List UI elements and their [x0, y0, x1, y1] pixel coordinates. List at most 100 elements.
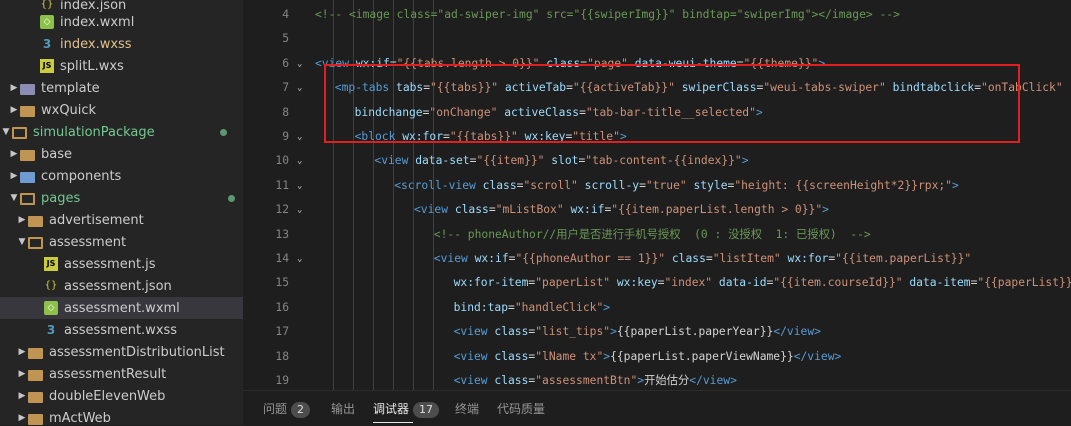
folder-item-advertisement[interactable]: ▶ advertisement [0, 209, 243, 231]
code-line[interactable]: 10 ⌄ <view data-set="{{item}}" slot="tab-c… [243, 149, 1071, 173]
folder-icon [28, 369, 43, 381]
fold-chevron-icon[interactable]: ⌄ [297, 198, 302, 222]
code-token: class [494, 325, 529, 339]
code-token: > [741, 154, 749, 168]
folder-item-assessmentdistributionlist[interactable]: ▶ assessmentDistributionList [0, 341, 243, 363]
code-token: wx:if [474, 252, 509, 265]
file-item-assessment-wxml[interactable]: ◇ assessment.wxml [0, 297, 243, 319]
panel-tab-0[interactable]: 问题 2 [263, 399, 311, 419]
code-token: {{paperList.paperYear}} [616, 325, 774, 339]
chevron-right-icon[interactable]: ▶ [16, 391, 28, 401]
code-token: "height: {{screenHeight*2}}rpx;" [734, 178, 952, 192]
tree-item-label: doubleElevenWeb [49, 388, 166, 404]
code-line[interactable]: 17 <view class="list_tips">{{paperList.pa… [243, 320, 1071, 344]
code-token: <view [414, 203, 455, 217]
code-line[interactable]: 14 ⌄ <view wx:if = "{{phoneAuthor == 1}}" cl… [243, 247, 1071, 271]
panel-tab-4[interactable]: 代码质量 [497, 399, 545, 419]
folder-icon [20, 105, 35, 117]
chevron-right-icon[interactable]: ▶ [8, 149, 20, 159]
code-token: class [454, 203, 489, 217]
fold-chevron-icon[interactable]: ⌄ [297, 76, 302, 100]
tree-item-label: assessment.wxss [64, 322, 178, 338]
code-token: "true" [645, 178, 687, 192]
file-item-index-wxml[interactable]: ◇ index.wxml [0, 11, 243, 33]
wxml-icon: ◇ [40, 15, 54, 29]
folder-item-base[interactable]: ▶ base [0, 143, 243, 165]
tree-item-label: pages [41, 190, 81, 206]
fold-chevron-icon[interactable]: ⌄ [297, 52, 302, 76]
panel-tab-label: 问题 [263, 402, 288, 416]
tree-item-label: simulationPackage [33, 124, 155, 140]
folder-item-assessment[interactable]: ▼ assessment [0, 231, 243, 253]
code-line[interactable]: 13 <!-- phoneAuthor//用户是否进行手机号授权 (0 : 没授权… [243, 223, 1071, 247]
file-item-assessment-json[interactable]: {} assessment.json [0, 275, 243, 297]
code-token: "list_tips" [535, 325, 611, 339]
file-item-index-wxss[interactable]: 3index.wxss2 [0, 33, 243, 55]
folder-item-mactweb[interactable]: ▶ mActWeb [0, 407, 243, 426]
fold-chevron-icon[interactable]: ⌄ [297, 247, 302, 271]
folder-item-simulationpackage[interactable]: ▼ simulationPackage [0, 121, 243, 143]
code-token: </view> [793, 349, 842, 363]
code-token: "assessmentBtn" [535, 374, 638, 387]
folder-item-doubleelevenweb[interactable]: ▶ doubleElevenWeb [0, 385, 243, 407]
panel-tab-2[interactable]: 调试器 17 [373, 399, 440, 419]
code-token: = [639, 178, 646, 192]
panel-tab-label: 输出 [331, 402, 356, 416]
code-token: "listItem" [712, 252, 781, 265]
code-token: "{{item.paperList.length > 0}}" [611, 203, 823, 217]
folder-item-components[interactable]: ▶ components [0, 165, 243, 187]
fold-chevron-icon[interactable]: ⌄ [297, 174, 302, 198]
line-number: 6 [282, 56, 289, 70]
code-line[interactable]: 15 wx:for-item="paperList" wx:key="index"… [243, 271, 1071, 295]
file-item-splitl-wxs[interactable]: JS splitL.wxs [0, 55, 243, 77]
chevron-right-icon[interactable]: ▶ [16, 369, 28, 379]
code-line[interactable]: 16 bind:tap="handleClick"> [243, 296, 1071, 320]
code-line[interactable]: 11 ⌄ <scroll-view class="scroll" scroll-y=… [243, 174, 1071, 198]
chevron-right-icon[interactable]: ▶ [8, 105, 20, 115]
chevron-down-icon[interactable]: ▼ [0, 127, 12, 137]
annotation-highlight-box [324, 64, 1020, 143]
code-editor[interactable]: 4 <!-- <image class="ad-swiper-img" src="… [243, 0, 1071, 390]
code-text: <scroll-view class="scroll" scroll-y="tr… [394, 174, 959, 198]
code-line[interactable]: 18 <view class="lName tx">{{paperList.pap… [243, 345, 1071, 369]
code-token: 开始估分 [644, 374, 690, 387]
code-text: <view class="list_tips">{{paperList.pape… [454, 320, 821, 344]
code-token: bind:tap [453, 300, 509, 314]
folder-icon [28, 391, 43, 403]
code-line[interactable]: 4 <!-- <image class="ad-swiper-img" src="… [243, 3, 1071, 27]
chevron-right-icon[interactable]: ▶ [16, 347, 28, 357]
chevron-right-icon[interactable]: ▶ [8, 171, 20, 181]
code-token: wx:key [610, 276, 658, 290]
folder-open-icon [20, 193, 35, 205]
code-token: style [686, 178, 728, 192]
code-token: <view [453, 349, 495, 363]
code-text: <!-- <image class="ad-swiper-img" src="{… [315, 3, 900, 27]
code-line[interactable]: 5 [243, 27, 1071, 51]
panel-tab-1[interactable]: 输出 [331, 399, 355, 419]
folder-item-template[interactable]: ▶ template [0, 77, 243, 99]
folder-item-wxquick[interactable]: ▶ wxQuick [0, 99, 243, 121]
line-number: 11 [275, 178, 289, 192]
code-token: "{{phoneAuthor == 1}}" [515, 252, 666, 265]
code-token: </view> [689, 374, 737, 387]
folder-item-pages[interactable]: ▼ pages [0, 187, 243, 209]
fold-chevron-icon[interactable]: ⌄ [297, 149, 302, 173]
folder-item-assessmentresult[interactable]: ▶ assessmentResult [0, 363, 243, 385]
chevron-down-icon[interactable]: ▼ [16, 237, 28, 247]
chevron-down-icon[interactable]: ▼ [8, 193, 20, 203]
chevron-right-icon[interactable]: ▶ [16, 215, 28, 225]
file-item-assessment-js[interactable]: JS assessment.js [0, 253, 243, 275]
tree-item-label: base [41, 146, 72, 162]
code-line[interactable]: 12 ⌄ <view class="mListBox" wx:if="{{item.… [243, 198, 1071, 222]
code-token: <!-- <image class="ad-swiper-img" src="{… [315, 8, 900, 21]
panel-tab-3[interactable]: 终端 [455, 399, 479, 419]
code-text: <!-- phoneAuthor//用户是否进行手机号授权 (0 : 没授权 1… [434, 223, 871, 247]
code-token: </view> [773, 325, 821, 339]
file-item-assessment-wxss[interactable]: 3 assessment.wxss [0, 319, 243, 341]
fold-chevron-icon[interactable]: ⌄ [297, 125, 302, 149]
chevron-right-icon[interactable]: ▶ [8, 83, 20, 93]
js-icon: JS [40, 59, 54, 73]
chevron-right-icon[interactable]: ▶ [16, 413, 28, 423]
code-text: <view class="lName tx">{{paperList.paper… [454, 345, 842, 369]
code-line[interactable]: 19 <view class="assessmentBtn">开始估分</view… [243, 369, 1071, 390]
